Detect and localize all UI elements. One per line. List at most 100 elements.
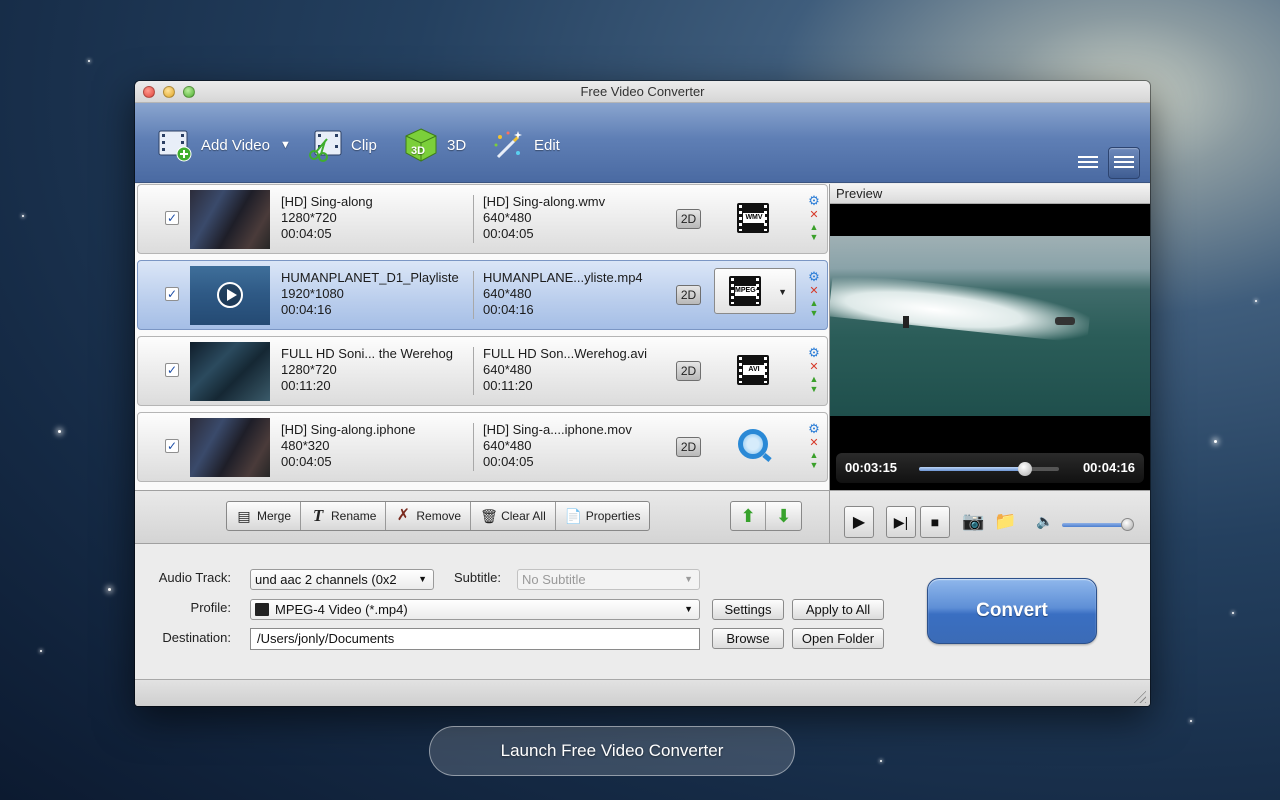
output-format-dropdown[interactable]: MPEG4 ▼ bbox=[714, 268, 796, 314]
add-video-button[interactable]: Add Video ▼ bbox=[157, 127, 291, 163]
close-icon[interactable]: ✕ bbox=[808, 285, 820, 297]
2d-mode-button[interactable]: 2D bbox=[676, 361, 701, 381]
edit-button[interactable]: Edit bbox=[490, 127, 560, 163]
chevron-down-icon: ▼ bbox=[778, 287, 787, 297]
output-format-button[interactable]: AVI bbox=[736, 355, 770, 387]
launch-app-button[interactable]: Launch Free Video Converter bbox=[429, 726, 795, 776]
destination-input[interactable]: /Users/jonly/Documents bbox=[250, 628, 700, 650]
clear-all-button[interactable]: 🗑 Clear All bbox=[471, 502, 556, 530]
remove-icon: ✗ bbox=[396, 507, 411, 524]
detail-view-button[interactable] bbox=[1108, 147, 1140, 179]
file-row-selected[interactable]: ✓ HUMANPLANET_D1_Playliste 1920*1080 00:… bbox=[137, 260, 828, 330]
convert-button[interactable]: Convert bbox=[927, 578, 1097, 644]
gear-icon[interactable]: ⚙ bbox=[808, 194, 820, 207]
profile-select[interactable]: MPEG-4 Video (*.mp4) ▼ bbox=[250, 599, 700, 620]
file-row[interactable]: ✓ FULL HD Soni... the Werehog 1280*720 0… bbox=[137, 336, 828, 406]
output-name: [HD] Sing-a....iphone.mov bbox=[483, 422, 632, 437]
gear-icon[interactable]: ⚙ bbox=[808, 270, 820, 283]
remove-button[interactable]: ✗ Remove bbox=[386, 502, 472, 530]
minimize-window-button[interactable] bbox=[163, 86, 175, 98]
source-resolution: 1280*720 bbox=[281, 210, 337, 225]
move-down-icon[interactable]: ▼ bbox=[808, 459, 820, 471]
step-forward-button[interactable]: ▶| bbox=[886, 506, 916, 538]
play-button[interactable]: ▶ bbox=[844, 506, 874, 538]
preview-title: Preview bbox=[830, 184, 1150, 204]
subtitle-value: No Subtitle bbox=[522, 572, 586, 587]
file-list: ✓ [HD] Sing-along 1280*720 00:04:05 [HD]… bbox=[135, 184, 830, 490]
3d-button[interactable]: 3D 3D bbox=[403, 127, 466, 163]
output-name: [HD] Sing-along.wmv bbox=[483, 194, 606, 209]
move-down-button[interactable]: ⬇ bbox=[766, 502, 801, 530]
source-duration: 00:04:16 bbox=[281, 302, 332, 317]
output-format-button[interactable]: WMV bbox=[736, 203, 770, 235]
rename-label: Rename bbox=[331, 509, 377, 523]
file-checkbox[interactable]: ✓ bbox=[165, 287, 179, 301]
list-view-button[interactable] bbox=[1072, 147, 1104, 179]
stop-button[interactable]: ■ bbox=[920, 506, 950, 538]
output-info: [HD] Sing-a....iphone.mov 640*480 00:04:… bbox=[483, 422, 632, 470]
subtitle-select[interactable]: No Subtitle ▼ bbox=[517, 569, 700, 590]
trash-icon: 🗑 bbox=[480, 508, 498, 524]
reorder-button-group: ⬆ ⬇ bbox=[730, 501, 802, 531]
audio-track-select[interactable]: und aac 2 channels (0x2 ▼ bbox=[250, 569, 434, 590]
camera-icon[interactable]: 📷 bbox=[962, 511, 984, 532]
file-row[interactable]: ✓ [HD] Sing-along.iphone 480*320 00:04:0… bbox=[137, 412, 828, 482]
detail-view-icon bbox=[1114, 156, 1134, 170]
settings-button[interactable]: Settings bbox=[712, 599, 784, 620]
apply-to-all-button[interactable]: Apply to All bbox=[792, 599, 884, 620]
move-down-icon[interactable]: ▼ bbox=[808, 383, 820, 395]
close-icon[interactable]: ✕ bbox=[808, 361, 820, 373]
source-info: HUMANPLANET_D1_Playliste 1920*1080 00:04… bbox=[281, 270, 459, 318]
gear-icon[interactable]: ⚙ bbox=[808, 422, 820, 435]
volume-handle[interactable] bbox=[1121, 518, 1134, 531]
output-duration: 00:04:16 bbox=[483, 302, 534, 317]
seek-handle[interactable] bbox=[1018, 462, 1033, 476]
folder-icon[interactable]: 📁 bbox=[994, 511, 1016, 532]
2d-mode-button[interactable]: 2D bbox=[676, 285, 701, 305]
browse-button[interactable]: Browse bbox=[712, 628, 784, 649]
output-name: FULL HD Son...Werehog.avi bbox=[483, 346, 648, 361]
resize-grip-icon[interactable] bbox=[1132, 689, 1146, 703]
audio-track-label: Audio Track: bbox=[158, 570, 231, 585]
list-view-icon bbox=[1078, 156, 1098, 170]
zoom-window-button[interactable] bbox=[183, 86, 195, 98]
clip-button[interactable]: Clip bbox=[307, 127, 377, 163]
2d-mode-button[interactable]: 2D bbox=[676, 437, 701, 457]
open-folder-button[interactable]: Open Folder bbox=[792, 628, 884, 649]
window-controls bbox=[143, 86, 195, 98]
close-icon[interactable]: ✕ bbox=[808, 437, 820, 449]
output-name: HUMANPLANE...yliste.mp4 bbox=[483, 270, 643, 285]
2d-mode-button[interactable]: 2D bbox=[676, 209, 701, 229]
properties-button[interactable]: 📄 Properties bbox=[556, 502, 650, 530]
file-row[interactable]: ✓ [HD] Sing-along 1280*720 00:04:05 [HD]… bbox=[137, 184, 828, 254]
move-down-icon[interactable]: ▼ bbox=[808, 307, 820, 319]
document-icon: 📄 bbox=[564, 508, 583, 524]
preview-video[interactable] bbox=[830, 236, 1150, 416]
film-add-icon bbox=[157, 127, 195, 163]
play-icon[interactable] bbox=[217, 282, 243, 308]
move-up-button[interactable]: ⬆ bbox=[731, 502, 766, 530]
quicktime-format-icon[interactable] bbox=[738, 429, 768, 459]
file-checkbox[interactable]: ✓ bbox=[165, 439, 179, 453]
source-duration: 00:04:05 bbox=[281, 454, 332, 469]
volume-slider[interactable] bbox=[1062, 518, 1134, 531]
format-label: MPEG4 bbox=[735, 286, 760, 296]
file-checkbox[interactable]: ✓ bbox=[165, 211, 179, 225]
output-info: FULL HD Son...Werehog.avi 640*480 00:11:… bbox=[483, 346, 647, 394]
gear-icon[interactable]: ⚙ bbox=[808, 346, 820, 359]
close-window-button[interactable] bbox=[143, 86, 155, 98]
video-thumbnail bbox=[190, 190, 270, 249]
chevron-down-icon[interactable]: ▼ bbox=[280, 139, 291, 151]
close-icon[interactable]: ✕ bbox=[808, 209, 820, 221]
divider bbox=[473, 347, 474, 395]
merge-button[interactable]: ▤ Merge bbox=[227, 502, 302, 530]
file-checkbox[interactable]: ✓ bbox=[165, 363, 179, 377]
wmv-format-icon: WMV bbox=[737, 203, 769, 233]
clip-label: Clip bbox=[351, 136, 377, 154]
source-info: [HD] Sing-along.iphone 480*320 00:04:05 bbox=[281, 422, 415, 470]
seek-slider[interactable] bbox=[919, 462, 1059, 476]
rename-button[interactable]: T Rename bbox=[301, 502, 387, 530]
move-down-icon[interactable]: ▼ bbox=[808, 231, 820, 243]
wave-shape bbox=[830, 272, 1092, 344]
properties-label: Properties bbox=[585, 509, 641, 523]
